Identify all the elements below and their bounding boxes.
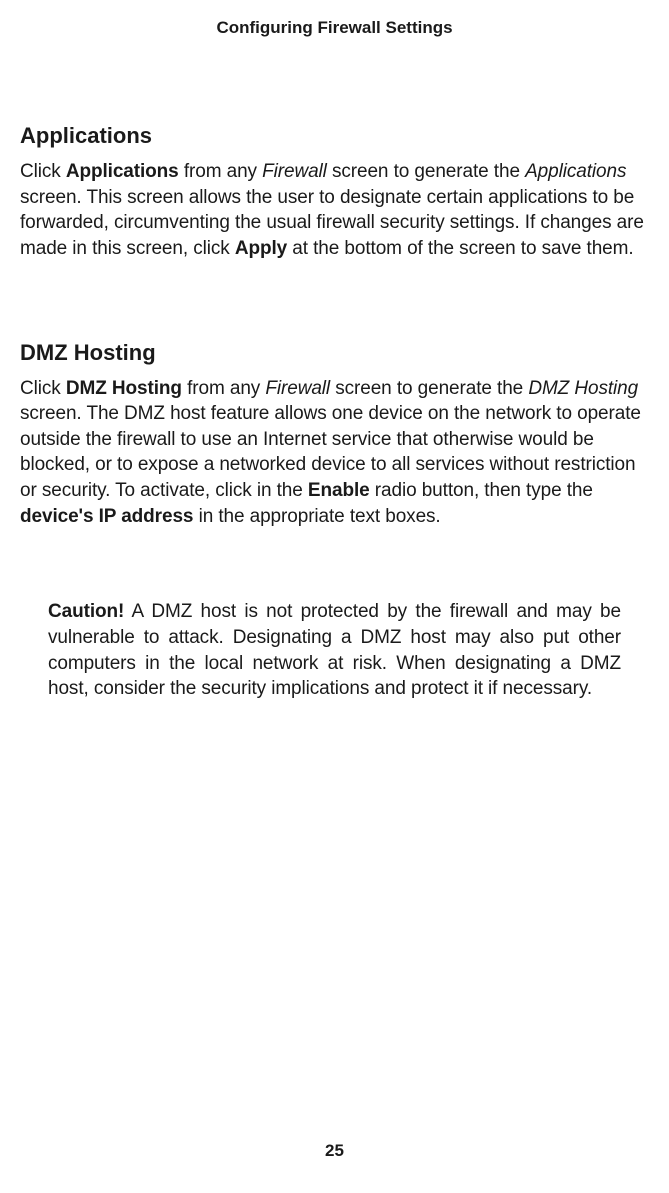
text-italic: Firewall bbox=[262, 161, 327, 182]
heading-applications: Applications bbox=[20, 123, 649, 149]
paragraph-dmz: Click DMZ Hosting from any Firewall scre… bbox=[20, 376, 649, 530]
text-italic: Firewall bbox=[265, 378, 330, 399]
text-run: in the appropriate text boxes. bbox=[193, 506, 440, 527]
text-bold: DMZ Hosting bbox=[66, 378, 182, 399]
text-run: screen to generate the bbox=[327, 161, 525, 182]
text-bold: Enable bbox=[308, 480, 370, 501]
text-bold: Apply bbox=[235, 238, 287, 259]
text-italic: DMZ Hosting bbox=[528, 378, 638, 399]
text-run: screen to generate the bbox=[330, 378, 528, 399]
text-bold: device's IP address bbox=[20, 506, 193, 527]
text-bold: Applications bbox=[66, 161, 179, 182]
heading-dmz: DMZ Hosting bbox=[20, 340, 649, 366]
text-italic: Applications bbox=[525, 161, 626, 182]
text-run: from any bbox=[182, 378, 265, 399]
paragraph-applications: Click Applications from any Firewall scr… bbox=[20, 159, 649, 262]
text-run: Click bbox=[20, 161, 66, 182]
text-run: from any bbox=[179, 161, 262, 182]
text-run: at the bottom of the screen to save them… bbox=[287, 238, 633, 259]
page-header: Configuring Firewall Settings bbox=[20, 18, 649, 38]
section-applications: Applications Click Applications from any… bbox=[20, 123, 649, 262]
text-run: Click bbox=[20, 378, 66, 399]
caution-label: Caution! bbox=[48, 601, 124, 622]
caution-body: A DMZ host is not protected by the firew… bbox=[48, 601, 621, 699]
page-number: 25 bbox=[0, 1141, 669, 1161]
text-run: radio button, then type the bbox=[370, 480, 593, 501]
section-dmz: DMZ Hosting Click DMZ Hosting from any F… bbox=[20, 340, 649, 702]
caution-paragraph: Caution! A DMZ host is not protected by … bbox=[48, 599, 621, 702]
caution-block: Caution! A DMZ host is not protected by … bbox=[20, 599, 649, 702]
